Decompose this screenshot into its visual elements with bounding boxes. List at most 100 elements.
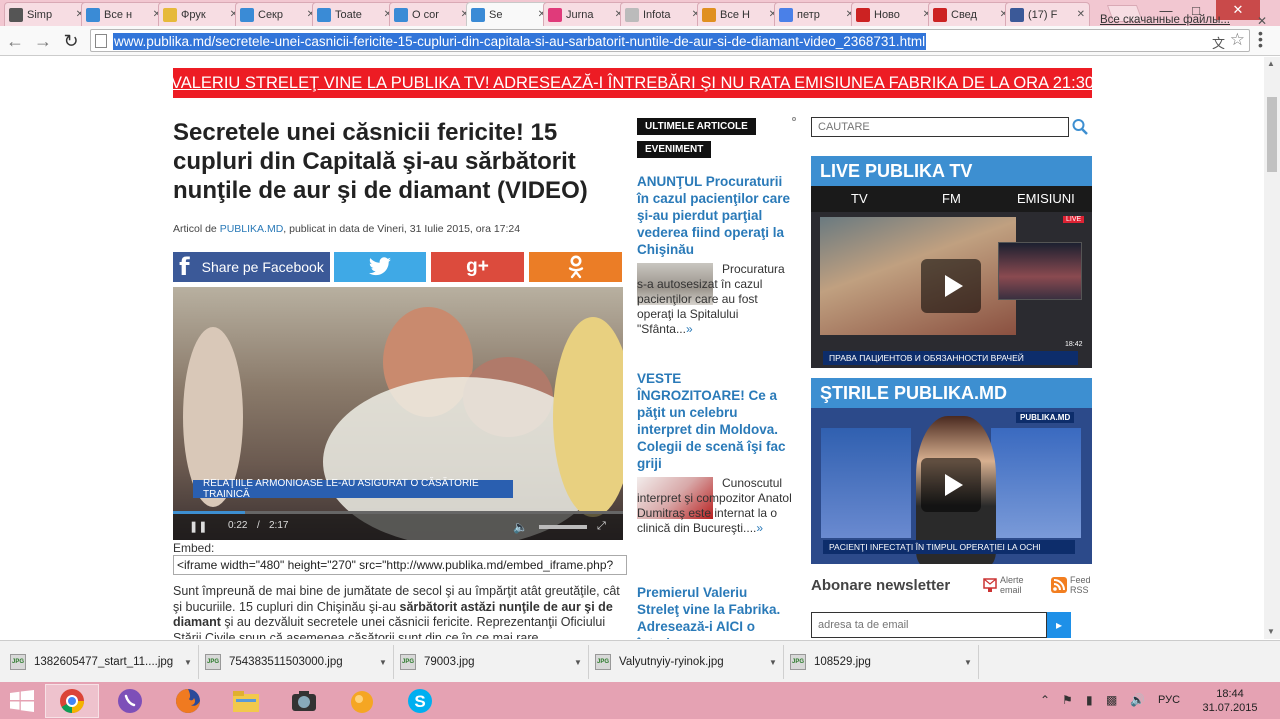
search-icon[interactable] — [1071, 117, 1089, 137]
byline-source-link[interactable]: PUBLIKA.MD — [220, 223, 284, 235]
address-bar[interactable]: www.publika.md/secretele-unei-casnicii-f… — [90, 29, 1250, 52]
forward-icon[interactable]: → — [32, 30, 54, 52]
read-more-link[interactable]: » — [686, 322, 693, 336]
volume-icon[interactable]: 🔈 — [513, 520, 528, 534]
pause-icon[interactable]: ❚❚ — [189, 520, 207, 533]
share-twitter-button[interactable] — [334, 252, 426, 282]
newsletter-email-input[interactable] — [811, 612, 1047, 638]
browser-tab[interactable]: Simp ✕ — [4, 2, 89, 26]
network-icon[interactable]: ▩ — [1106, 693, 1117, 707]
translate-icon[interactable]: 文 — [1212, 33, 1225, 52]
browser-tab[interactable]: петр ✕ — [774, 2, 859, 26]
article-video-player[interactable]: RELAŢIILE ARMONIOASE LE-AU ASIGURAT O CĂ… — [173, 287, 623, 540]
browser-tab[interactable]: Ново ✕ — [851, 2, 936, 26]
share-facebook-button[interactable]: f Share pe Facebook — [173, 252, 330, 282]
file-explorer-icon[interactable] — [219, 684, 273, 718]
s-icon — [9, 7, 23, 22]
tag-event[interactable]: EVENIMENT — [637, 141, 712, 158]
news-title[interactable]: VESTE ÎNGROZITOARE! Ce a păţit un celebr… — [637, 370, 792, 472]
play-icon[interactable] — [921, 259, 981, 313]
tab-title: петр — [797, 8, 820, 21]
browser-tab[interactable]: Se ✕ — [466, 2, 551, 26]
news-title[interactable]: ANUNŢUL Procuraturii în cazul pacienţilo… — [637, 173, 792, 258]
menu-icon[interactable]: • • • — [1258, 26, 1272, 52]
windows-start-icon[interactable] — [10, 690, 34, 712]
embed-code-field[interactable]: <iframe width="480" height="270" src="ht… — [173, 555, 627, 575]
chrome-icon[interactable] — [45, 684, 99, 718]
url-text[interactable]: www.publika.md/secretele-unei-casnicii-f… — [113, 33, 927, 50]
download-menu-icon[interactable]: ▼ — [964, 658, 978, 667]
fullscreen-icon[interactable]: ⤢ — [597, 520, 606, 533]
show-all-downloads-link[interactable]: Все скачанные файлы... — [1100, 14, 1230, 26]
news-video-player[interactable]: PUBLIKA.MD PACIENŢI INFECTAŢI ÎN TIMPUL … — [811, 408, 1092, 564]
video-progress-track[interactable] — [173, 511, 623, 514]
bookmark-star-icon[interactable]: ☆ — [1230, 30, 1245, 50]
download-menu-icon[interactable]: ▼ — [574, 658, 588, 667]
newsletter-submit-button[interactable]: ▸ — [1047, 612, 1071, 638]
news-logo: PUBLIKA.MD — [1016, 412, 1075, 423]
page-viewport: VALERIU STRELEŢ VINE LA PUBLIKA TV! ADRE… — [0, 57, 1264, 639]
volume-slider[interactable] — [539, 525, 587, 529]
browser-tab[interactable]: Фрук ✕ — [158, 2, 243, 26]
browser-tab[interactable]: Все н ✕ — [81, 2, 166, 26]
download-menu-icon[interactable]: ▼ — [379, 658, 393, 667]
viber-icon[interactable] — [103, 684, 157, 718]
skype-icon[interactable]: S — [393, 684, 447, 718]
scroll-down-icon[interactable]: ▼ — [1267, 627, 1275, 636]
byline-date: , publicat in data de Vineri, 31 Iulie 2… — [283, 223, 521, 235]
live-scene-inset — [998, 242, 1082, 300]
browser-tab[interactable]: Toate ✕ — [312, 2, 397, 26]
reload-icon[interactable]: ↻ — [60, 30, 82, 52]
search-input[interactable] — [811, 117, 1069, 137]
byline-prefix: Articol de — [173, 223, 220, 235]
download-filename: 1382605477_start_11....jpg — [34, 656, 174, 668]
feed-rss-link[interactable]: Feed RSS — [1051, 575, 1094, 595]
close-tab-icon[interactable]: ✕ — [1077, 9, 1085, 20]
read-more-link[interactable]: » — [756, 521, 763, 535]
download-item[interactable]: JPG 1382605477_start_11....jpg ▼ — [4, 645, 199, 679]
download-menu-icon[interactable]: ▼ — [184, 658, 198, 667]
facebook-icon — [1010, 7, 1024, 22]
back-icon[interactable]: ← — [4, 30, 26, 52]
play-icon[interactable] — [921, 458, 981, 512]
y-icon — [933, 7, 947, 22]
share-gplus-button[interactable]: g+ — [431, 252, 524, 282]
firefox-icon[interactable] — [161, 684, 215, 718]
scroll-up-icon[interactable]: ▲ — [1267, 59, 1275, 68]
live-tv-player[interactable]: LIVE 18:42 ПРАВА ПАЦИЕНТОВ И ОБЯЗАННОСТИ… — [811, 212, 1092, 368]
tab-tv[interactable]: TV — [851, 191, 868, 206]
browser-tab[interactable]: Все Н ✕ — [697, 2, 782, 26]
close-download-bar-icon[interactable]: ✕ — [1257, 14, 1267, 28]
alert-email-link[interactable]: Alerte email — [983, 575, 1030, 595]
browser-tab[interactable]: Секр ✕ — [235, 2, 320, 26]
scroll-thumb[interactable] — [1267, 97, 1277, 172]
video-duration: 2:17 — [269, 520, 289, 531]
tab-emisiuni[interactable]: EMISIUNI — [1017, 191, 1075, 206]
battery-icon[interactable]: ▮ — [1086, 693, 1093, 707]
odnoklassniki-icon — [568, 255, 583, 279]
download-item[interactable]: JPG 754383511503000.jpg ▼ — [199, 645, 394, 679]
taskbar-clock[interactable]: 18:44 31.07.2015 — [1200, 687, 1260, 715]
browser-tab[interactable]: (17) F ✕ — [1005, 2, 1090, 26]
tab-fm[interactable]: FM — [942, 191, 961, 206]
download-item[interactable]: JPG 108529.jpg ▼ — [784, 645, 979, 679]
share-odnoklassniki-button[interactable] — [529, 252, 622, 282]
download-menu-icon[interactable]: ▼ — [769, 658, 783, 667]
camera-app-icon[interactable] — [277, 684, 331, 718]
download-filename: 79003.jpg — [424, 656, 475, 668]
news-title[interactable]: Premierul Valeriu Streleţ vine la Fabrik… — [637, 584, 792, 639]
tag-latest-articles[interactable]: ULTIMELE ARTICOLE — [637, 118, 756, 135]
browser-tab[interactable]: O cor ✕ — [389, 2, 474, 26]
fruit-app-icon[interactable] — [335, 684, 389, 718]
flag-icon[interactable]: ⚑ — [1062, 693, 1073, 707]
browser-tab[interactable]: Свед ✕ — [928, 2, 1013, 26]
language-indicator[interactable]: РУС — [1158, 694, 1180, 706]
browser-tab[interactable]: Infota ✕ — [620, 2, 705, 26]
browser-tab[interactable]: Jurna ✕ — [543, 2, 628, 26]
volume-icon[interactable]: 🔊 — [1130, 693, 1145, 707]
page-scrollbar[interactable]: ▲ ▼ — [1264, 57, 1280, 639]
download-item[interactable]: JPG Valyutnyiy-ryinok.jpg ▼ — [589, 645, 784, 679]
promo-banner[interactable]: VALERIU STRELEŢ VINE LA PUBLIKA TV! ADRE… — [171, 68, 1094, 98]
show-hidden-icons-icon[interactable]: ⌃ — [1040, 693, 1050, 707]
download-item[interactable]: JPG 79003.jpg ▼ — [394, 645, 589, 679]
